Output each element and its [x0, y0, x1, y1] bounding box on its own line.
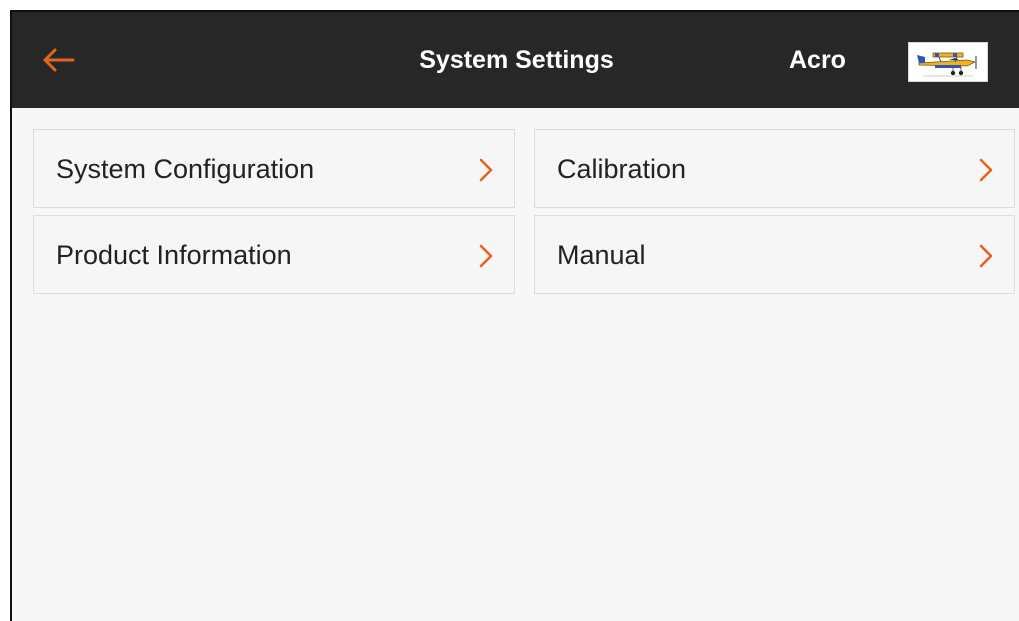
- chevron-right-icon: [979, 158, 993, 182]
- airplane-icon: [917, 52, 977, 77]
- page-title: System Settings: [419, 46, 614, 74]
- chevron-right-icon: [979, 244, 993, 268]
- model-name[interactable]: Acro: [789, 44, 846, 76]
- menu-item-label: Product Information: [56, 240, 292, 270]
- manual-item[interactable]: Manual: [534, 215, 1015, 294]
- menu-item-label: System Configuration: [56, 154, 315, 184]
- menu-item-label: Calibration: [557, 154, 687, 184]
- screen: System Settings Acro System Configuratio…: [10, 10, 1019, 621]
- system-configuration-item[interactable]: System Configuration: [33, 129, 515, 208]
- product-information-item[interactable]: Product Information: [33, 215, 515, 294]
- menu-item-label: Manual: [557, 240, 646, 270]
- chevron-right-icon: [479, 158, 493, 182]
- calibration-item[interactable]: Calibration: [534, 129, 1015, 208]
- chevron-right-icon: [479, 244, 493, 268]
- header-bar: System Settings Acro: [12, 12, 1019, 108]
- model-thumbnail[interactable]: [908, 42, 988, 82]
